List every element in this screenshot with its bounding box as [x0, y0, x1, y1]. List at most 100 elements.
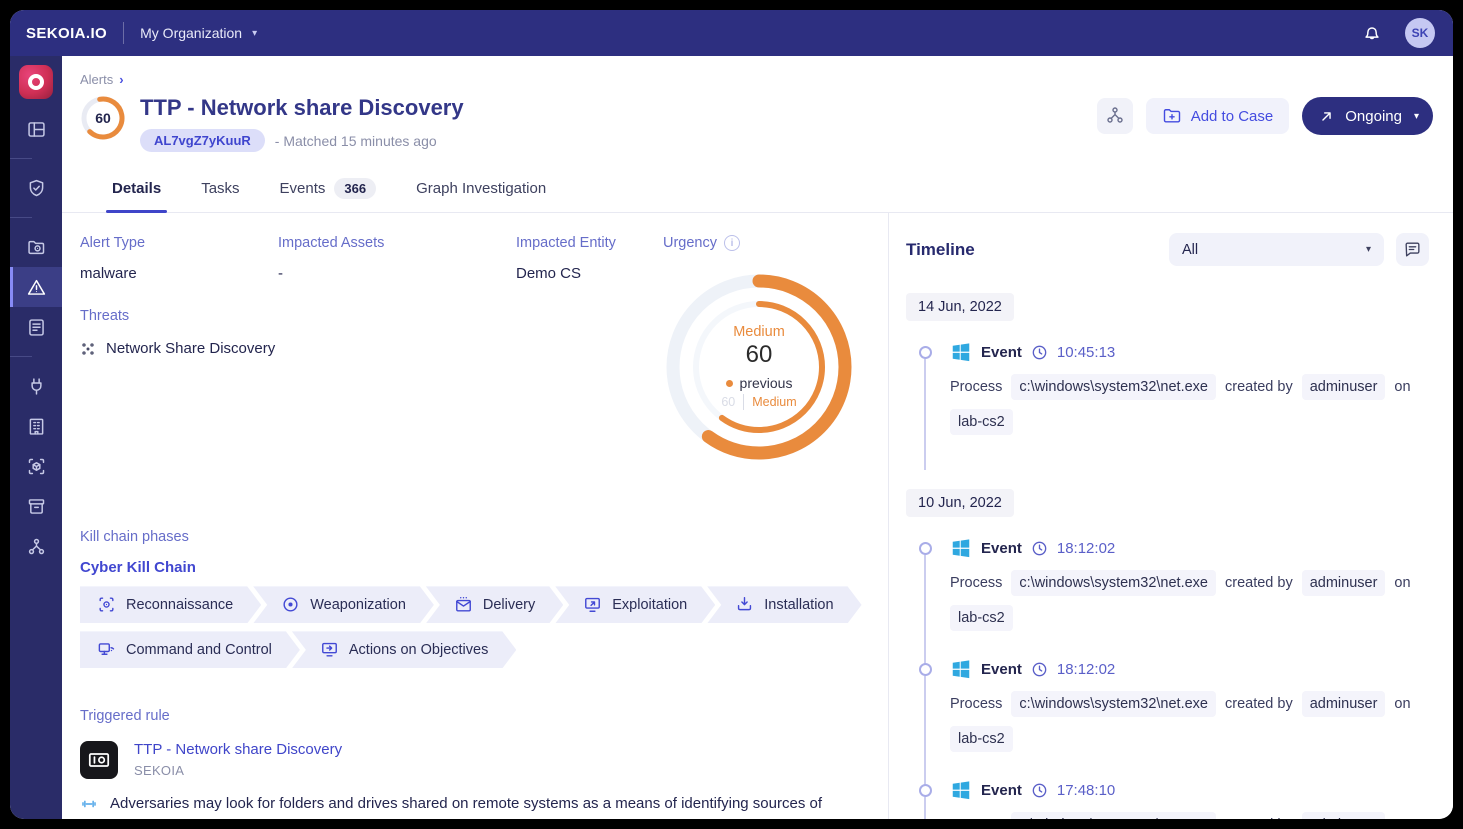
- timeline-filter-select[interactable]: All ▾: [1169, 233, 1384, 266]
- add-to-case-button[interactable]: Add to Case: [1146, 98, 1290, 134]
- event-text: created by: [1225, 379, 1293, 395]
- timeline-event[interactable]: Event 17:48:10 Process c:\windows\system…: [919, 779, 1429, 819]
- status-label: Ongoing: [1345, 108, 1402, 125]
- user-avatar[interactable]: SK: [1405, 18, 1435, 48]
- tab-graph-investigation[interactable]: Graph Investigation: [396, 166, 566, 212]
- tab-details[interactable]: Details: [92, 166, 181, 212]
- technique-icon: [80, 793, 98, 819]
- event-text: created by: [1225, 817, 1293, 819]
- sidebar-item-alert-triangle[interactable]: [10, 267, 62, 307]
- impacted-assets-value: -: [278, 265, 516, 282]
- user-chip[interactable]: adminuser: [1302, 374, 1386, 400]
- chevron-down-icon: ▾: [1366, 244, 1371, 255]
- timeline-date-chip: 10 Jun, 2022: [906, 489, 1014, 517]
- tab-tasks[interactable]: Tasks: [181, 166, 259, 212]
- clock-icon: [1031, 540, 1048, 557]
- share-nodes-icon: [1105, 105, 1125, 128]
- event-text: created by: [1225, 575, 1293, 591]
- killchain-name-link[interactable]: Cyber Kill Chain: [80, 559, 888, 576]
- sidebar-item-org-chart[interactable]: [10, 526, 62, 566]
- timeline-event[interactable]: Event 18:12:02 Process c:\windows\system…: [919, 537, 1429, 658]
- folder-monitor-icon: [26, 237, 47, 258]
- killchain-phase-installation[interactable]: Installation: [707, 586, 861, 623]
- alert-score-value: 60: [80, 95, 126, 141]
- alert-details-panel: Alert Type malware Impacted Assets - Imp…: [62, 213, 888, 819]
- sidebar-item-cube-scan[interactable]: [10, 446, 62, 486]
- rule-title-link[interactable]: TTP - Network share Discovery: [134, 741, 342, 758]
- sidebar-item-folder-monitor[interactable]: [10, 227, 62, 267]
- process-path-chip[interactable]: c:\windows\system32\net.exe: [1011, 812, 1216, 819]
- clock-icon: [1031, 661, 1048, 678]
- killchain-phase-weaponization[interactable]: Weaponization: [253, 586, 434, 623]
- triggered-rule-label: Triggered rule: [80, 708, 888, 724]
- timeline-title: Timeline: [906, 240, 975, 260]
- event-text: Process: [950, 817, 1002, 819]
- host-chip[interactable]: lab-cs2: [950, 409, 1013, 435]
- sidebar-item-dashboard[interactable]: [10, 109, 62, 149]
- arrow-up-right-icon: [1318, 108, 1335, 125]
- cluster-icon: [80, 341, 96, 357]
- tab-events[interactable]: Events 366: [260, 166, 397, 212]
- killchain-phase-exploitation[interactable]: Exploitation: [555, 586, 715, 623]
- breadcrumb-alerts-link[interactable]: Alerts: [80, 72, 113, 87]
- sidebar-item-report[interactable]: [10, 307, 62, 347]
- comments-button[interactable]: [1396, 233, 1429, 266]
- status-dropdown-button[interactable]: Ongoing ▾: [1302, 97, 1433, 135]
- sidebar-item-plug[interactable]: [10, 366, 62, 406]
- windows-icon: [950, 779, 972, 801]
- threat-name: Network Share Discovery: [106, 340, 275, 357]
- impacted-entity-value: Demo CS: [516, 265, 663, 282]
- user-chip[interactable]: adminuser: [1302, 812, 1386, 819]
- clock-icon: [1031, 782, 1048, 799]
- killchain-phase-label: Command and Control: [126, 642, 272, 658]
- killchain-phase-label: Exploitation: [612, 597, 687, 613]
- chevron-down-icon: ▾: [1414, 111, 1419, 122]
- notifications-bell-icon[interactable]: [1361, 22, 1383, 44]
- timeline-date-chip: 14 Jun, 2022: [906, 293, 1014, 321]
- timeline-date-group: 10 Jun, 2022 Event 18:12:02 Process c:\w…: [906, 489, 1429, 819]
- event-time: 10:45:13: [1057, 344, 1115, 361]
- process-path-chip[interactable]: c:\windows\system32\net.exe: [1011, 570, 1216, 596]
- killchain-phase-label: Installation: [764, 597, 833, 613]
- event-text: Process: [950, 379, 1002, 395]
- killchain-phase-command-and-control[interactable]: Command and Control: [80, 631, 300, 668]
- impacted-assets-label: Impacted Assets: [278, 235, 516, 251]
- sidebar-item-building[interactable]: [10, 406, 62, 446]
- alert-triangle-icon: [26, 277, 47, 298]
- alert-id-chip[interactable]: AL7vgZ7yKuuR: [140, 129, 265, 152]
- windows-icon: [950, 537, 972, 559]
- user-chip[interactable]: adminuser: [1302, 691, 1386, 717]
- rule-description: Adversaries may look for folders and dri…: [110, 793, 822, 814]
- killchain-phase-label: Delivery: [483, 597, 535, 613]
- breadcrumb: Alerts ›: [80, 72, 1433, 87]
- clock-icon: [1031, 344, 1048, 361]
- killchain-label: Kill chain phases: [80, 529, 888, 545]
- killchain-phase-reconnaissance[interactable]: Reconnaissance: [80, 586, 261, 623]
- info-icon[interactable]: i: [724, 235, 740, 251]
- host-chip[interactable]: lab-cs2: [950, 726, 1013, 752]
- urgency-previous-label: previous: [740, 375, 793, 391]
- timeline-event[interactable]: Event 18:12:02 Process c:\windows\system…: [919, 658, 1429, 779]
- organization-switcher[interactable]: My Organization ▾: [140, 25, 257, 41]
- report-icon: [26, 317, 47, 338]
- killchain-phase-actions-on-objectives[interactable]: Actions on Objectives: [292, 631, 516, 668]
- dashboard-icon: [26, 119, 47, 140]
- sekoia-rule-logo-icon: [80, 741, 118, 779]
- sidebar-item-archive[interactable]: [10, 486, 62, 526]
- event-time: 17:48:10: [1057, 782, 1115, 799]
- timeline-event[interactable]: Event 10:45:13 Process c:\windows\system…: [919, 341, 1429, 462]
- user-chip[interactable]: adminuser: [1302, 570, 1386, 596]
- download-tray-icon: [735, 595, 754, 614]
- sidebar-item-shield-check[interactable]: [10, 168, 62, 208]
- host-chip[interactable]: lab-cs2: [950, 605, 1013, 631]
- sidebar-divider: [10, 158, 32, 159]
- graph-view-button[interactable]: [1097, 98, 1133, 134]
- events-count-badge: 366: [334, 178, 376, 199]
- process-path-chip[interactable]: c:\windows\system32\net.exe: [1011, 691, 1216, 717]
- killchain-phase-delivery[interactable]: Delivery: [426, 586, 563, 623]
- sekoia-logo-icon[interactable]: [19, 65, 53, 99]
- brand-logo-text: SEKOIA.IO: [26, 25, 107, 42]
- monitor-arrow-icon: [320, 640, 339, 659]
- process-path-chip[interactable]: c:\windows\system32\net.exe: [1011, 374, 1216, 400]
- urgency-level: Medium: [733, 324, 785, 340]
